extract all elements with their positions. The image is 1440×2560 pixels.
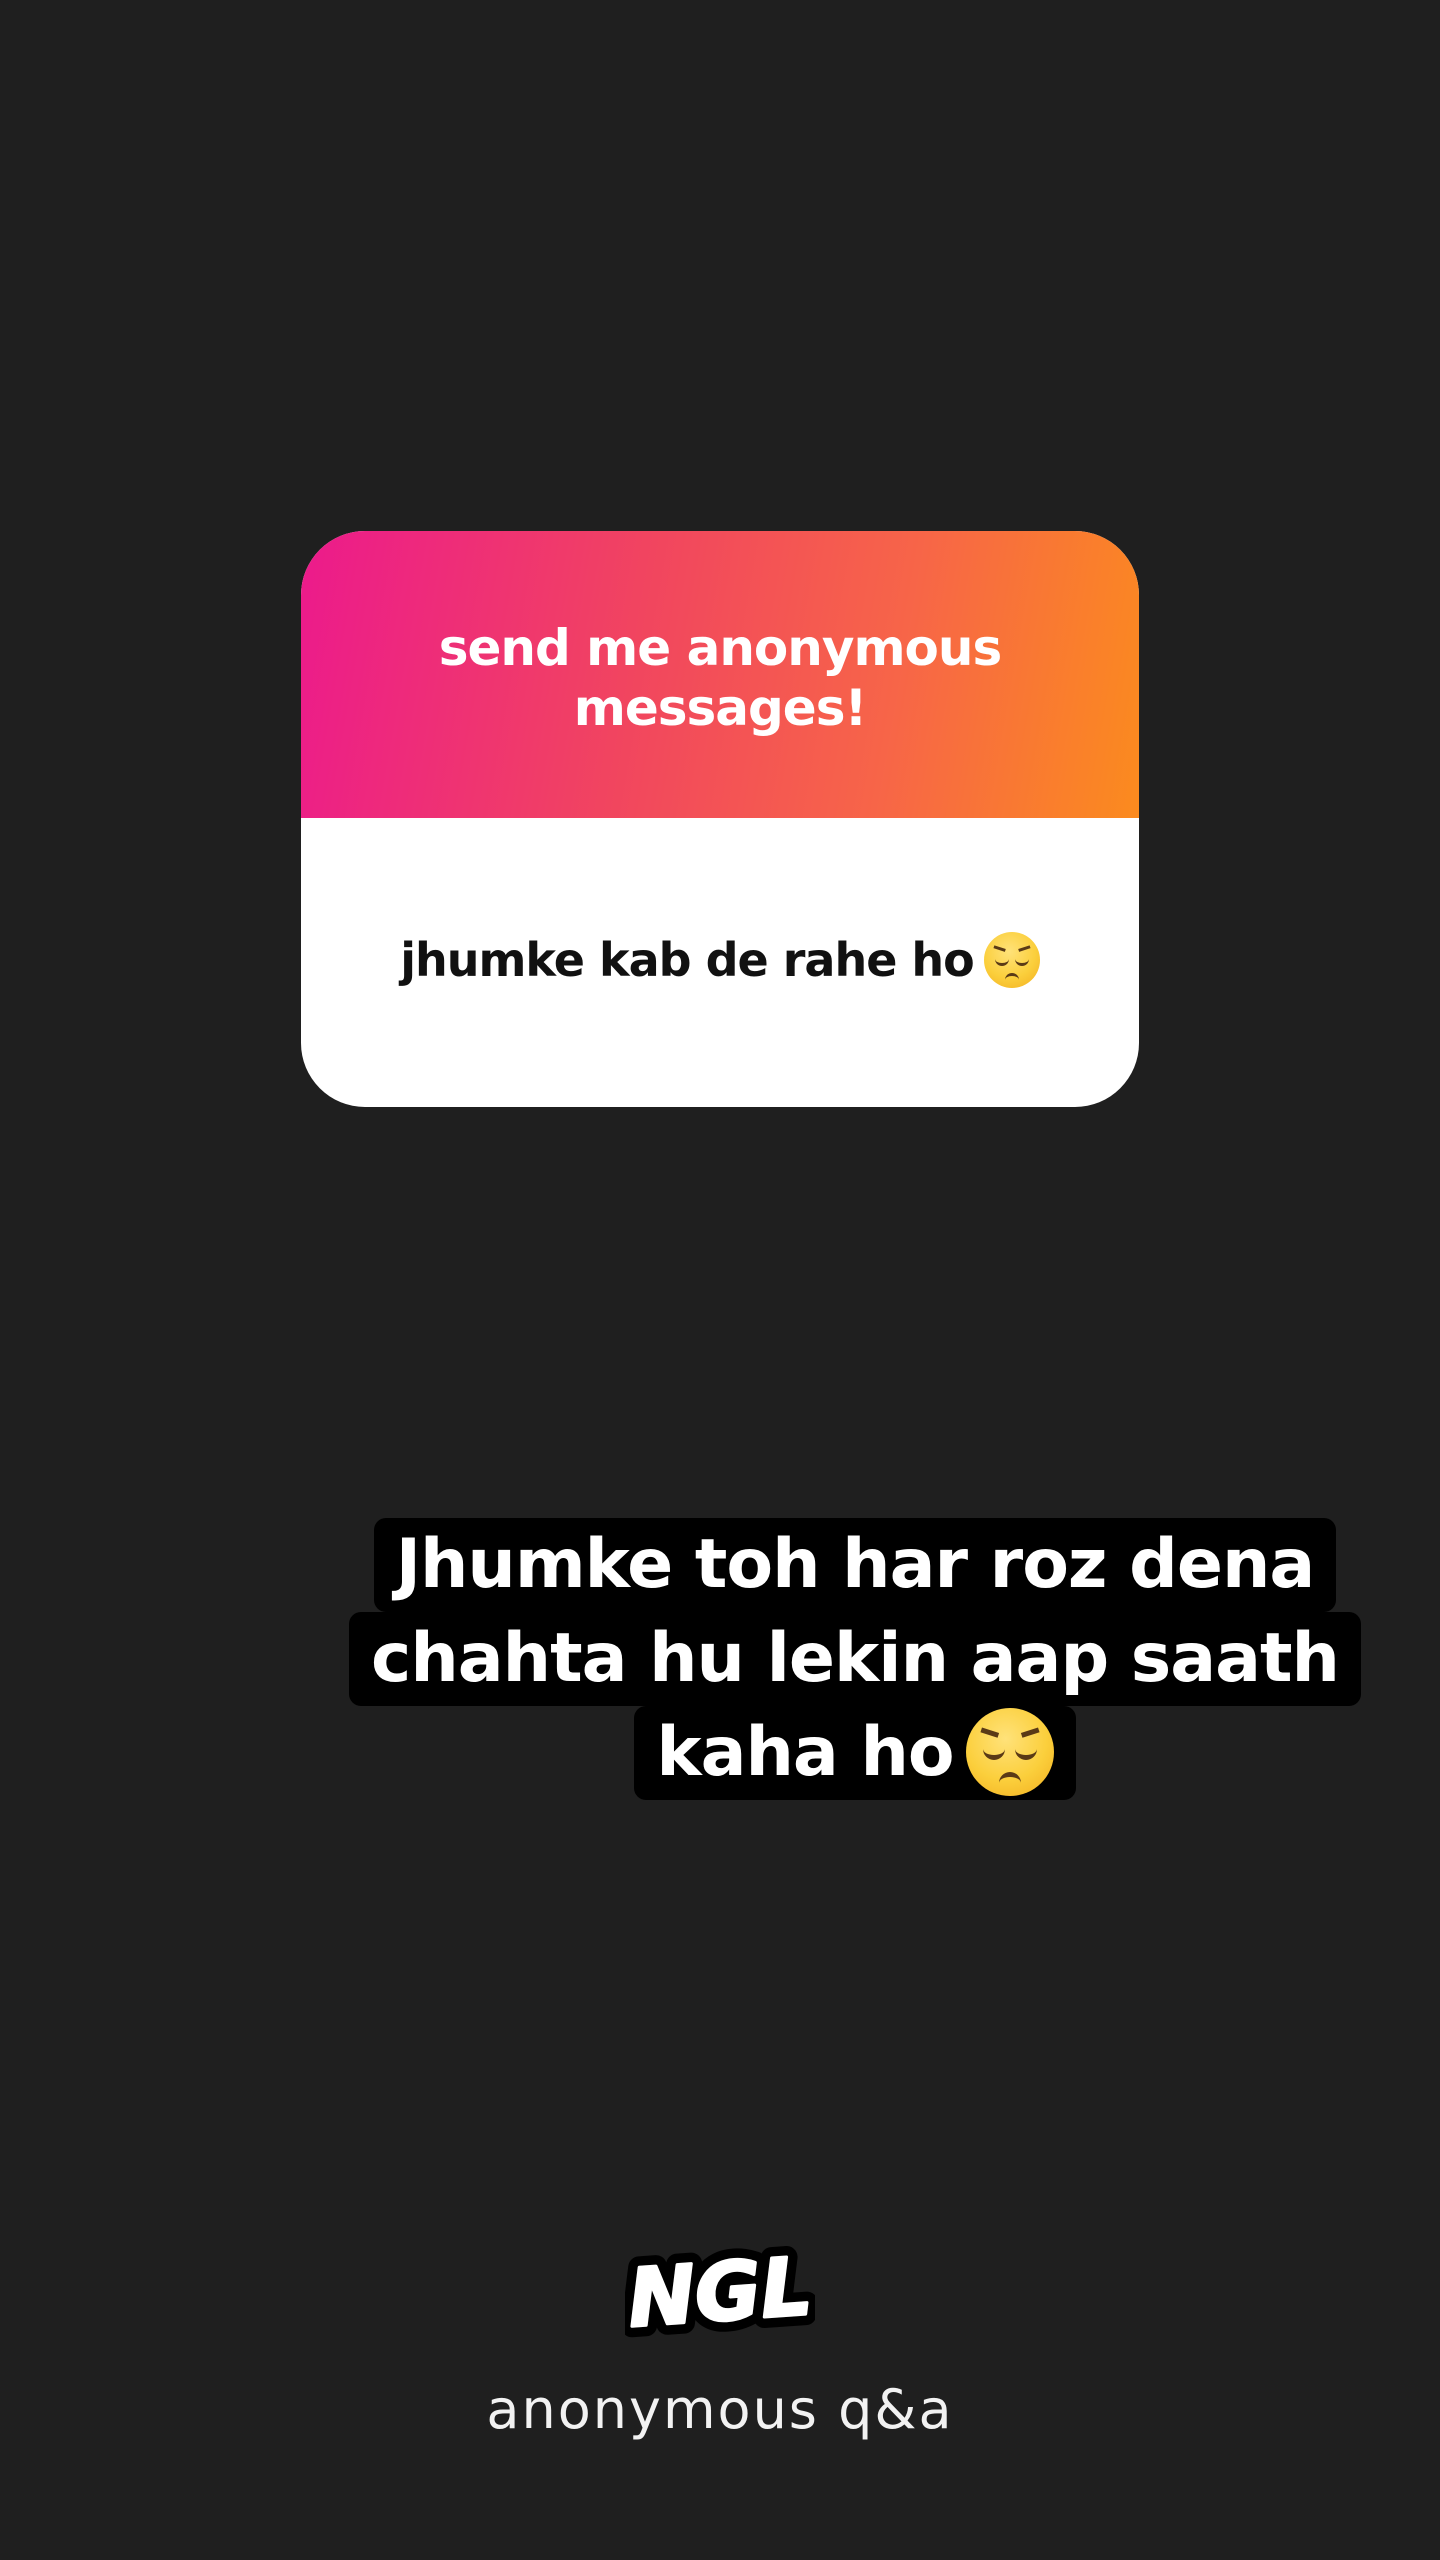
question-card-title: send me anonymous messages!	[438, 618, 1003, 737]
question-text-row: jhumke kab de rahe ho	[400, 931, 1040, 992]
ngl-subtitle: anonymous q&a	[486, 2378, 954, 2441]
question-card-header: send me anonymous messages!	[301, 531, 1139, 818]
pensive-face-icon	[965, 1708, 1054, 1797]
pensive-face-icon	[983, 931, 1040, 988]
question-card: send me anonymous messages! jhumke kab d…	[301, 531, 1139, 1107]
reply-line-1: Jhumke toh har roz dena	[373, 1518, 1337, 1612]
question-text: jhumke kab de rahe ho	[400, 933, 975, 988]
reply-line-3-container: kaha ho	[634, 1706, 1076, 1801]
question-card-body: jhumke kab de rahe ho	[301, 818, 1139, 1107]
ngl-logo: NGL NGL	[625, 2238, 815, 2348]
reply-line-3: kaha ho	[656, 1713, 954, 1792]
reply-line-2: chahta hu lekin aap saath	[349, 1612, 1361, 1706]
ngl-logo-text: NGL	[625, 2240, 815, 2346]
reply-text-block: Jhumke toh har roz dena chahta hu lekin …	[340, 1518, 1370, 1801]
